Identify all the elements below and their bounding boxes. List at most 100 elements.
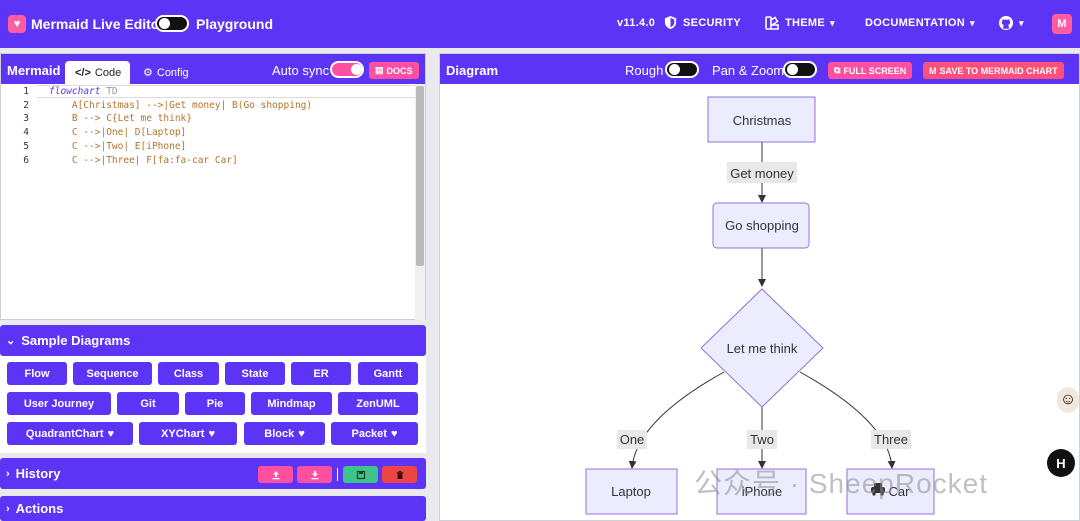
chevron-right-icon: › bbox=[6, 467, 10, 480]
chevron-down-icon: ▾ bbox=[830, 17, 835, 28]
sample-user-journey-button[interactable]: User Journey bbox=[7, 392, 111, 415]
heart-icon: ♥ bbox=[208, 427, 215, 440]
edge-think-car bbox=[799, 371, 896, 469]
sample-state-button[interactable]: State bbox=[225, 362, 285, 385]
diagram-panel: Diagram Rough Pan & Zoom ⧉ FULL SCREEN M… bbox=[439, 53, 1080, 521]
toggle-knob bbox=[159, 18, 170, 29]
external-link-icon: ⧉ bbox=[834, 65, 841, 75]
panzoom-toggle[interactable] bbox=[783, 61, 817, 78]
code-text: B --> C{Let me think} bbox=[49, 113, 192, 125]
docs-button[interactable]: ▤ DOCS bbox=[369, 62, 419, 79]
editor-panel-title: Mermaid bbox=[7, 63, 61, 78]
trash-icon bbox=[396, 470, 403, 479]
sample-packet-button[interactable]: Packet ♥ bbox=[331, 422, 418, 445]
history-divider bbox=[337, 468, 338, 481]
version-text: v11.4.0 bbox=[617, 17, 656, 29]
download-history-button[interactable] bbox=[297, 466, 332, 483]
code-icon: </> bbox=[75, 66, 91, 79]
chevron-right-icon: › bbox=[6, 502, 10, 515]
delete-history-button[interactable] bbox=[382, 466, 417, 483]
line-number: 6 bbox=[23, 154, 29, 166]
security-label: SECURITY bbox=[683, 16, 742, 29]
rough-label: Rough bbox=[625, 63, 664, 78]
help-bubble-icon[interactable]: H bbox=[1047, 449, 1075, 477]
sample-label: Sequence bbox=[86, 367, 139, 380]
sample-diagrams-header[interactable]: ⌄ Sample Diagrams bbox=[0, 325, 426, 356]
edge-label-two: Two bbox=[750, 432, 774, 447]
playground-toggle[interactable] bbox=[155, 15, 189, 32]
theme-menu[interactable]: THEME ▾ bbox=[764, 15, 835, 31]
sample-label: Pie bbox=[206, 397, 224, 410]
tab-code-label: Code bbox=[94, 66, 122, 79]
avatar[interactable]: ☺ bbox=[1057, 387, 1079, 413]
scrollbar-thumb[interactable] bbox=[416, 86, 424, 266]
heart-icon: ♥ bbox=[390, 427, 398, 440]
download-icon bbox=[311, 470, 318, 479]
sample-xychart-button[interactable]: XYChart ♥ bbox=[139, 422, 237, 445]
top-bar: ♥ Mermaid Live Editor Playground v11.4.0… bbox=[0, 0, 1080, 48]
editor-header: Mermaid </> Code ⚙ Config Auto sync ▤ DO… bbox=[1, 54, 425, 84]
app-title[interactable]: Mermaid Live Editor bbox=[31, 16, 165, 32]
mermaid-logo-icon[interactable]: ♥ bbox=[8, 15, 26, 33]
editor-scrollbar[interactable] bbox=[415, 84, 425, 320]
mermaid-chart-logo-icon[interactable]: M bbox=[1052, 14, 1072, 34]
node-go-shopping-label: Go shopping bbox=[725, 218, 799, 233]
sample-block-button[interactable]: Block ♥ bbox=[244, 422, 325, 445]
code-line: 1 flowchart TD bbox=[1, 86, 415, 100]
github-menu[interactable]: ▾ bbox=[998, 15, 1024, 31]
security-link[interactable]: SECURITY bbox=[663, 15, 741, 30]
docs-label: DOCS bbox=[386, 65, 413, 76]
code-text: C -->|Two| E[iPhone] bbox=[49, 140, 187, 152]
sample-sequence-button[interactable]: Sequence bbox=[73, 362, 152, 385]
gears-icon: ⚙ bbox=[143, 67, 153, 79]
code-text: TD bbox=[100, 86, 118, 97]
toggle-knob bbox=[669, 64, 680, 75]
theme-label: THEME bbox=[785, 17, 825, 29]
sample-class-button[interactable]: Class bbox=[158, 362, 219, 385]
sample-mindmap-button[interactable]: Mindmap bbox=[251, 392, 332, 415]
sample-diagrams-title: Sample Diagrams bbox=[21, 333, 131, 348]
save-history-button[interactable] bbox=[343, 466, 378, 483]
node-laptop-label: Laptop bbox=[611, 484, 651, 499]
line-number: 1 bbox=[23, 86, 29, 97]
sample-flow-button[interactable]: Flow bbox=[7, 362, 67, 385]
line-number: 5 bbox=[23, 140, 29, 152]
code-line: 2 A[Christmas] -->|Get money| B(Go shopp… bbox=[1, 100, 415, 114]
code-editor[interactable]: 1 flowchart TD 2 A[Christmas] -->|Get mo… bbox=[1, 84, 415, 319]
sample-gantt-button[interactable]: Gantt bbox=[358, 362, 418, 385]
tab-config[interactable]: ⚙ Config bbox=[133, 61, 199, 84]
github-icon bbox=[999, 16, 1013, 30]
sample-label: User Journey bbox=[23, 397, 95, 410]
fullscreen-label: FULL SCREEN bbox=[843, 65, 907, 76]
autosync-toggle[interactable] bbox=[330, 61, 364, 78]
sample-quadrantchart-button[interactable]: QuadrantChart ♥ bbox=[7, 422, 133, 445]
heart-icon: ♥ bbox=[298, 427, 305, 440]
actions-header[interactable]: › Actions bbox=[0, 496, 426, 521]
sample-zenuml-button[interactable]: ZenUML bbox=[338, 392, 418, 415]
sample-pie-button[interactable]: Pie bbox=[185, 392, 245, 415]
sample-er-button[interactable]: ER bbox=[291, 362, 351, 385]
documentation-menu[interactable]: DOCUMENTATION ▾ bbox=[865, 17, 975, 29]
chevron-down-icon: ▾ bbox=[1019, 17, 1024, 28]
playground-label: Playground bbox=[196, 16, 274, 32]
rough-toggle[interactable] bbox=[665, 61, 699, 78]
tab-code[interactable]: </> Code bbox=[65, 61, 130, 84]
edge-think-laptop bbox=[628, 371, 725, 469]
sample-git-button[interactable]: Git bbox=[117, 392, 179, 415]
line-number: 3 bbox=[23, 113, 29, 125]
history-title: History bbox=[15, 466, 61, 481]
save-mermaid-chart-label: SAVE TO MERMAID CHART bbox=[939, 65, 1058, 76]
tab-config-label: Config bbox=[156, 66, 189, 79]
fullscreen-button[interactable]: ⧉ FULL SCREEN bbox=[828, 62, 913, 79]
watermark: 公众号 · SheepRocket bbox=[694, 468, 988, 499]
code-line: 6 C -->|Three| F[fa:fa-car Car] bbox=[1, 155, 415, 169]
diagram-panel-title: Diagram bbox=[446, 63, 499, 78]
chevron-down-icon: ▾ bbox=[970, 17, 975, 28]
diagram-canvas[interactable]: Get money One Two Three Christmas Go sho… bbox=[440, 84, 1080, 521]
sample-label: ER bbox=[313, 367, 329, 380]
save-to-mermaid-chart-button[interactable]: M SAVE TO MERMAID CHART bbox=[923, 62, 1064, 79]
sample-label: Mindmap bbox=[267, 397, 316, 410]
sample-label: Gantt bbox=[373, 367, 403, 380]
upload-history-button[interactable] bbox=[258, 466, 293, 483]
sample-label: Class bbox=[173, 367, 204, 380]
